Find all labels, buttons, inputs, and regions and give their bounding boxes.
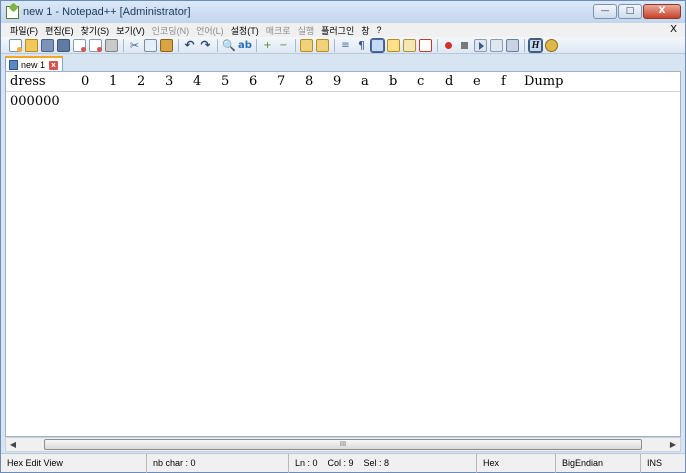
replace-icon[interactable]: ab xyxy=(238,39,252,52)
copy-icon[interactable] xyxy=(144,38,157,52)
hex-column-header: a xyxy=(361,74,369,89)
hex-row-address[interactable]: 000000 xyxy=(10,94,60,109)
window-controls: — □ X xyxy=(593,4,681,19)
menu-edit[interactable]: 편집(E) xyxy=(42,24,78,37)
status-format: Hex xyxy=(477,454,556,473)
hex-column-header: 1 xyxy=(109,74,118,89)
hex-column-header: 2 xyxy=(137,74,146,89)
tab-bar: new 1 x xyxy=(1,54,685,72)
hex-column-header: 7 xyxy=(277,74,286,89)
play-macro-multiple-icon[interactable] xyxy=(490,38,503,52)
zoom-in-icon[interactable]: + xyxy=(261,39,274,52)
indent-guide-icon[interactable] xyxy=(370,37,385,53)
toolbar-separator xyxy=(334,38,335,52)
hex-header: dress 0 1 2 3 4 5 6 7 8 9 a b c d e f Du… xyxy=(6,72,680,92)
menu-file[interactable]: 파일(F) xyxy=(7,24,42,37)
hex-column-header: 6 xyxy=(249,74,258,89)
dump-column-header: Dump xyxy=(524,74,564,89)
save-macro-icon[interactable] xyxy=(506,38,519,52)
close-button[interactable]: X xyxy=(643,4,681,19)
menu-encoding[interactable]: 인코딩(N) xyxy=(149,24,193,37)
zoom-out-icon[interactable]: − xyxy=(277,39,290,52)
undo-icon[interactable]: ↶ xyxy=(183,38,196,52)
record-macro-icon[interactable] xyxy=(442,39,455,52)
menu-macro[interactable]: 매크로 xyxy=(263,24,295,37)
status-bar: Hex Edit View nb char : 0 Ln : 0 Col : 9… xyxy=(1,453,685,473)
redo-icon[interactable]: ↷ xyxy=(199,38,212,52)
open-file-icon[interactable] xyxy=(25,38,38,52)
menu-window[interactable]: 창 xyxy=(358,24,373,37)
status-char-count: nb char : 0 xyxy=(147,454,289,473)
show-all-chars-icon[interactable]: ¶ xyxy=(355,39,368,52)
hex-column-header: 9 xyxy=(333,74,342,89)
address-column-header: dress xyxy=(10,74,46,89)
sync-horizontal-icon[interactable] xyxy=(316,38,329,52)
save-all-icon[interactable] xyxy=(57,38,70,52)
toolbar-separator xyxy=(524,38,525,52)
close-icon[interactable] xyxy=(73,38,86,52)
plugin-icon[interactable] xyxy=(545,38,558,52)
user-language-icon[interactable] xyxy=(387,38,400,52)
stop-macro-icon[interactable] xyxy=(458,39,471,52)
word-wrap-icon[interactable]: ≡ xyxy=(339,39,352,52)
toolbar-separator xyxy=(437,38,438,52)
toolbar-separator xyxy=(217,38,218,52)
cut-icon[interactable]: ✂ xyxy=(128,39,141,52)
toolbar-separator xyxy=(123,38,124,52)
sync-vertical-icon[interactable] xyxy=(300,38,313,52)
close-all-icon[interactable] xyxy=(89,38,102,52)
menu-view[interactable]: 보기(V) xyxy=(113,24,149,37)
hex-column-header: 5 xyxy=(221,74,230,89)
toolbar-separator xyxy=(295,38,296,52)
hex-column-header: 8 xyxy=(305,74,314,89)
print-icon[interactable] xyxy=(105,38,118,52)
hex-column-header: 0 xyxy=(81,74,90,89)
document-icon xyxy=(9,60,18,70)
maximize-button[interactable]: □ xyxy=(618,4,642,19)
menu-run[interactable]: 실행 xyxy=(295,24,319,37)
horizontal-scrollbar[interactable]: ◀ III ▶ xyxy=(5,437,681,452)
status-mode: Hex Edit View xyxy=(1,454,147,473)
function-list-icon[interactable] xyxy=(403,38,416,52)
scrollbar-thumb[interactable]: III xyxy=(44,439,642,450)
new-file-icon[interactable] xyxy=(9,38,22,52)
hex-column-header: 3 xyxy=(165,74,174,89)
tab-new-1[interactable]: new 1 x xyxy=(5,56,63,72)
monitoring-icon[interactable] xyxy=(419,38,432,52)
menu-language[interactable]: 언어(L) xyxy=(193,24,228,37)
hex-column-header: f xyxy=(501,74,506,89)
window-title: new 1 - Notepad++ [Administrator] xyxy=(23,6,191,18)
paste-icon[interactable] xyxy=(160,38,173,52)
notepad-plus-plus-icon xyxy=(6,5,19,19)
status-insert-mode: INS xyxy=(647,458,663,468)
save-icon[interactable] xyxy=(41,38,54,52)
menu-plugins[interactable]: 플러그인 xyxy=(318,24,358,37)
menu-settings[interactable]: 설정(T) xyxy=(228,24,263,37)
toolbar-separator xyxy=(256,38,257,52)
find-icon[interactable]: 🔍 xyxy=(222,39,236,52)
hex-column-header: d xyxy=(445,74,454,89)
hex-column-header: c xyxy=(417,74,425,89)
play-macro-icon[interactable] xyxy=(474,38,487,52)
toolbar-separator xyxy=(178,38,179,52)
scroll-right-icon[interactable]: ▶ xyxy=(666,438,680,451)
title-bar[interactable]: new 1 - Notepad++ [Administrator] — □ X xyxy=(1,1,685,23)
menu-bar: 파일(F) 편집(E) 찾기(S) 보기(V) 인코딩(N) 언어(L) 설정(… xyxy=(1,23,685,37)
hex-column-header: e xyxy=(473,74,481,89)
menu-search[interactable]: 찾기(S) xyxy=(78,24,114,37)
toolbar: ✂ ↶ ↷ 🔍 ab + − ≡ ¶ H xyxy=(1,37,685,54)
minimize-button[interactable]: — xyxy=(593,4,617,19)
notepad-window: new 1 - Notepad++ [Administrator] — □ X … xyxy=(0,0,686,473)
status-cursor-position: Ln : 0 Col : 9 Sel : 8 xyxy=(289,454,477,473)
status-endian: BigEndian xyxy=(556,454,641,473)
hex-column-header: 4 xyxy=(193,74,202,89)
hex-column-header: b xyxy=(389,74,398,89)
hex-editor-view[interactable]: dress 0 1 2 3 4 5 6 7 8 9 a b c d e f Du… xyxy=(5,71,681,437)
tab-close-icon[interactable]: x xyxy=(49,60,59,70)
tab-label: new 1 xyxy=(21,60,46,70)
hex-editor-icon[interactable]: H xyxy=(528,37,543,53)
close-document-button[interactable]: X xyxy=(670,23,677,37)
menu-help[interactable]: ? xyxy=(374,25,386,35)
scroll-left-icon[interactable]: ◀ xyxy=(6,438,20,451)
